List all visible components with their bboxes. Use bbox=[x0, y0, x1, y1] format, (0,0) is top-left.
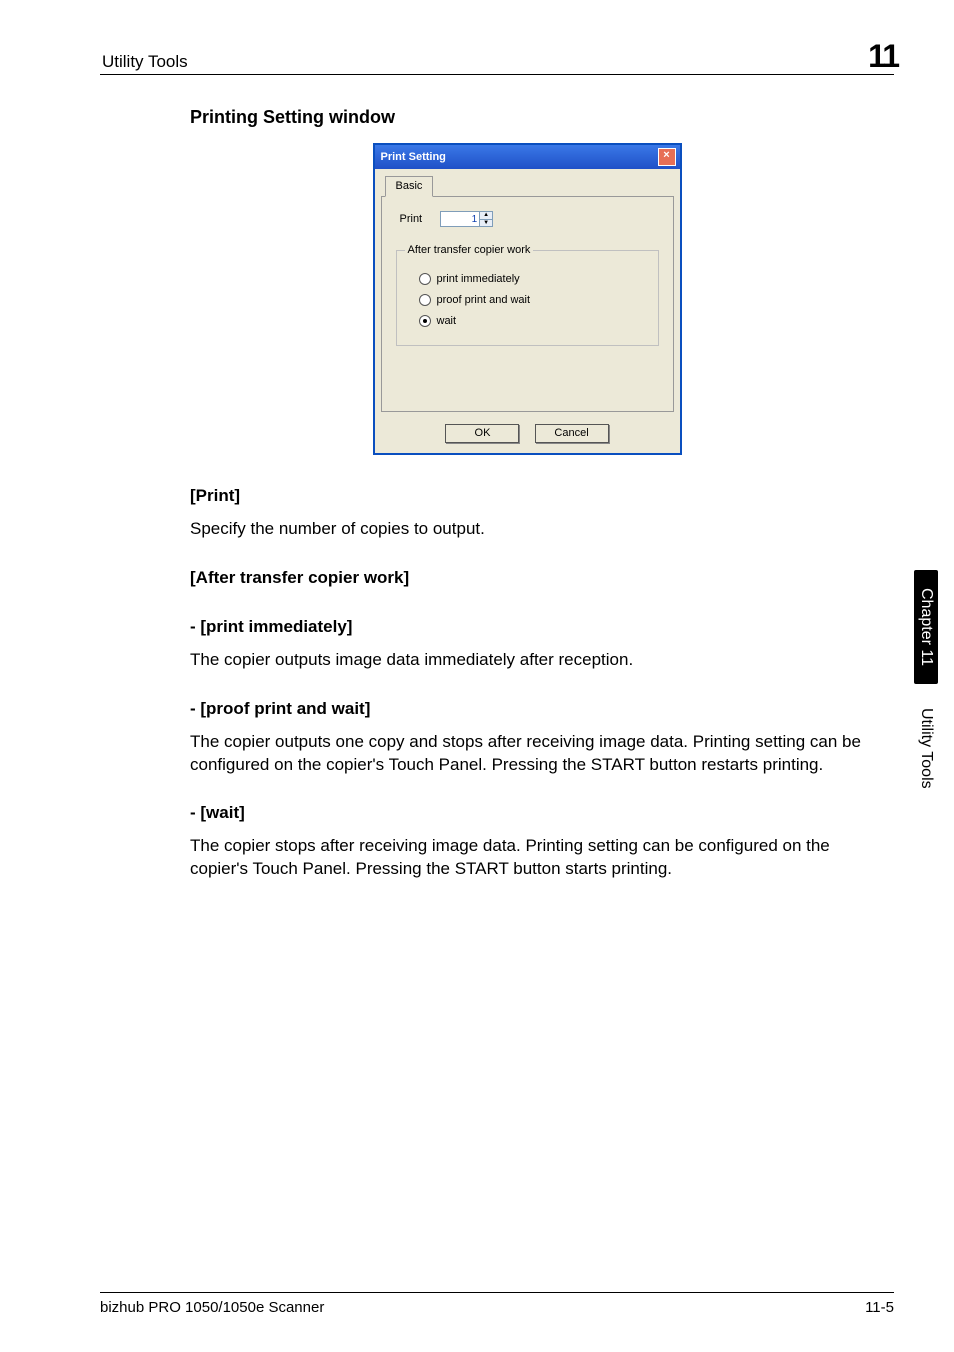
dialog-titlebar[interactable]: Print Setting × bbox=[375, 145, 680, 169]
dialog-body: Basic Print ▲ ▼ After bbox=[375, 169, 680, 453]
side-tab-section: Utility Tools bbox=[914, 690, 938, 807]
radio-icon[interactable] bbox=[419, 294, 431, 306]
heading-wait: - [wait] bbox=[190, 802, 864, 825]
page-footer: bizhub PRO 1050/1050e Scanner 11-5 bbox=[100, 1292, 894, 1316]
text-proof-print: The copier outputs one copy and stops af… bbox=[190, 731, 864, 777]
after-transfer-legend: After transfer copier work bbox=[405, 243, 534, 258]
text-wait: The copier stops after receiving image d… bbox=[190, 835, 864, 881]
text-print: Specify the number of copies to output. bbox=[190, 518, 864, 541]
text-print-immediately: The copier outputs image data immediatel… bbox=[190, 649, 864, 672]
radio-icon[interactable] bbox=[419, 315, 431, 327]
heading-proof-print: - [proof print and wait] bbox=[190, 698, 864, 721]
radio-print-immediately[interactable]: print immediately bbox=[419, 272, 646, 287]
cancel-button[interactable]: Cancel bbox=[535, 424, 609, 443]
heading-after-transfer: [After transfer copier work] bbox=[190, 567, 864, 590]
close-icon[interactable]: × bbox=[658, 148, 676, 166]
spinner-up-icon[interactable]: ▲ bbox=[480, 212, 492, 220]
page-header: Utility Tools 11 bbox=[100, 40, 894, 75]
ok-button[interactable]: OK bbox=[445, 424, 519, 443]
main-content: Printing Setting window Print Setting × … bbox=[190, 105, 864, 881]
tab-strip: Basic bbox=[381, 175, 674, 197]
chapter-number-mark: 11 bbox=[868, 40, 898, 72]
header-section-title: Utility Tools bbox=[100, 52, 188, 72]
dialog-button-row: OK Cancel bbox=[381, 424, 674, 443]
tab-panel: Print ▲ ▼ After transfer copier work bbox=[381, 197, 674, 412]
spinner-down-icon[interactable]: ▼ bbox=[480, 220, 492, 227]
after-transfer-group: After transfer copier work print immedia… bbox=[396, 243, 659, 345]
side-tabs: Chapter 11 Utility Tools bbox=[914, 570, 938, 807]
heading-print-immediately: - [print immediately] bbox=[190, 616, 864, 639]
spinner-buttons: ▲ ▼ bbox=[480, 211, 493, 227]
footer-left: bizhub PRO 1050/1050e Scanner bbox=[100, 1299, 324, 1316]
side-tab-chapter: Chapter 11 bbox=[914, 570, 938, 684]
footer-right: 11-5 bbox=[865, 1299, 894, 1316]
radio-label: wait bbox=[437, 314, 457, 329]
print-copies-row: Print ▲ ▼ bbox=[400, 211, 661, 227]
print-copies-input[interactable] bbox=[440, 211, 480, 227]
tab-basic[interactable]: Basic bbox=[385, 176, 434, 197]
print-setting-dialog: Print Setting × Basic Print ▲ ▼ bbox=[373, 143, 682, 455]
dialog-title: Print Setting bbox=[381, 150, 446, 165]
radio-icon[interactable] bbox=[419, 273, 431, 285]
section-title: Printing Setting window bbox=[190, 105, 864, 129]
print-copies-stepper[interactable]: ▲ ▼ bbox=[440, 211, 496, 227]
radio-proof-print-wait[interactable]: proof print and wait bbox=[419, 293, 646, 308]
print-label: Print bbox=[400, 212, 423, 227]
radio-wait[interactable]: wait bbox=[419, 314, 646, 329]
radio-label: print immediately bbox=[437, 272, 520, 287]
heading-print: [Print] bbox=[190, 485, 864, 508]
radio-label: proof print and wait bbox=[437, 293, 531, 308]
